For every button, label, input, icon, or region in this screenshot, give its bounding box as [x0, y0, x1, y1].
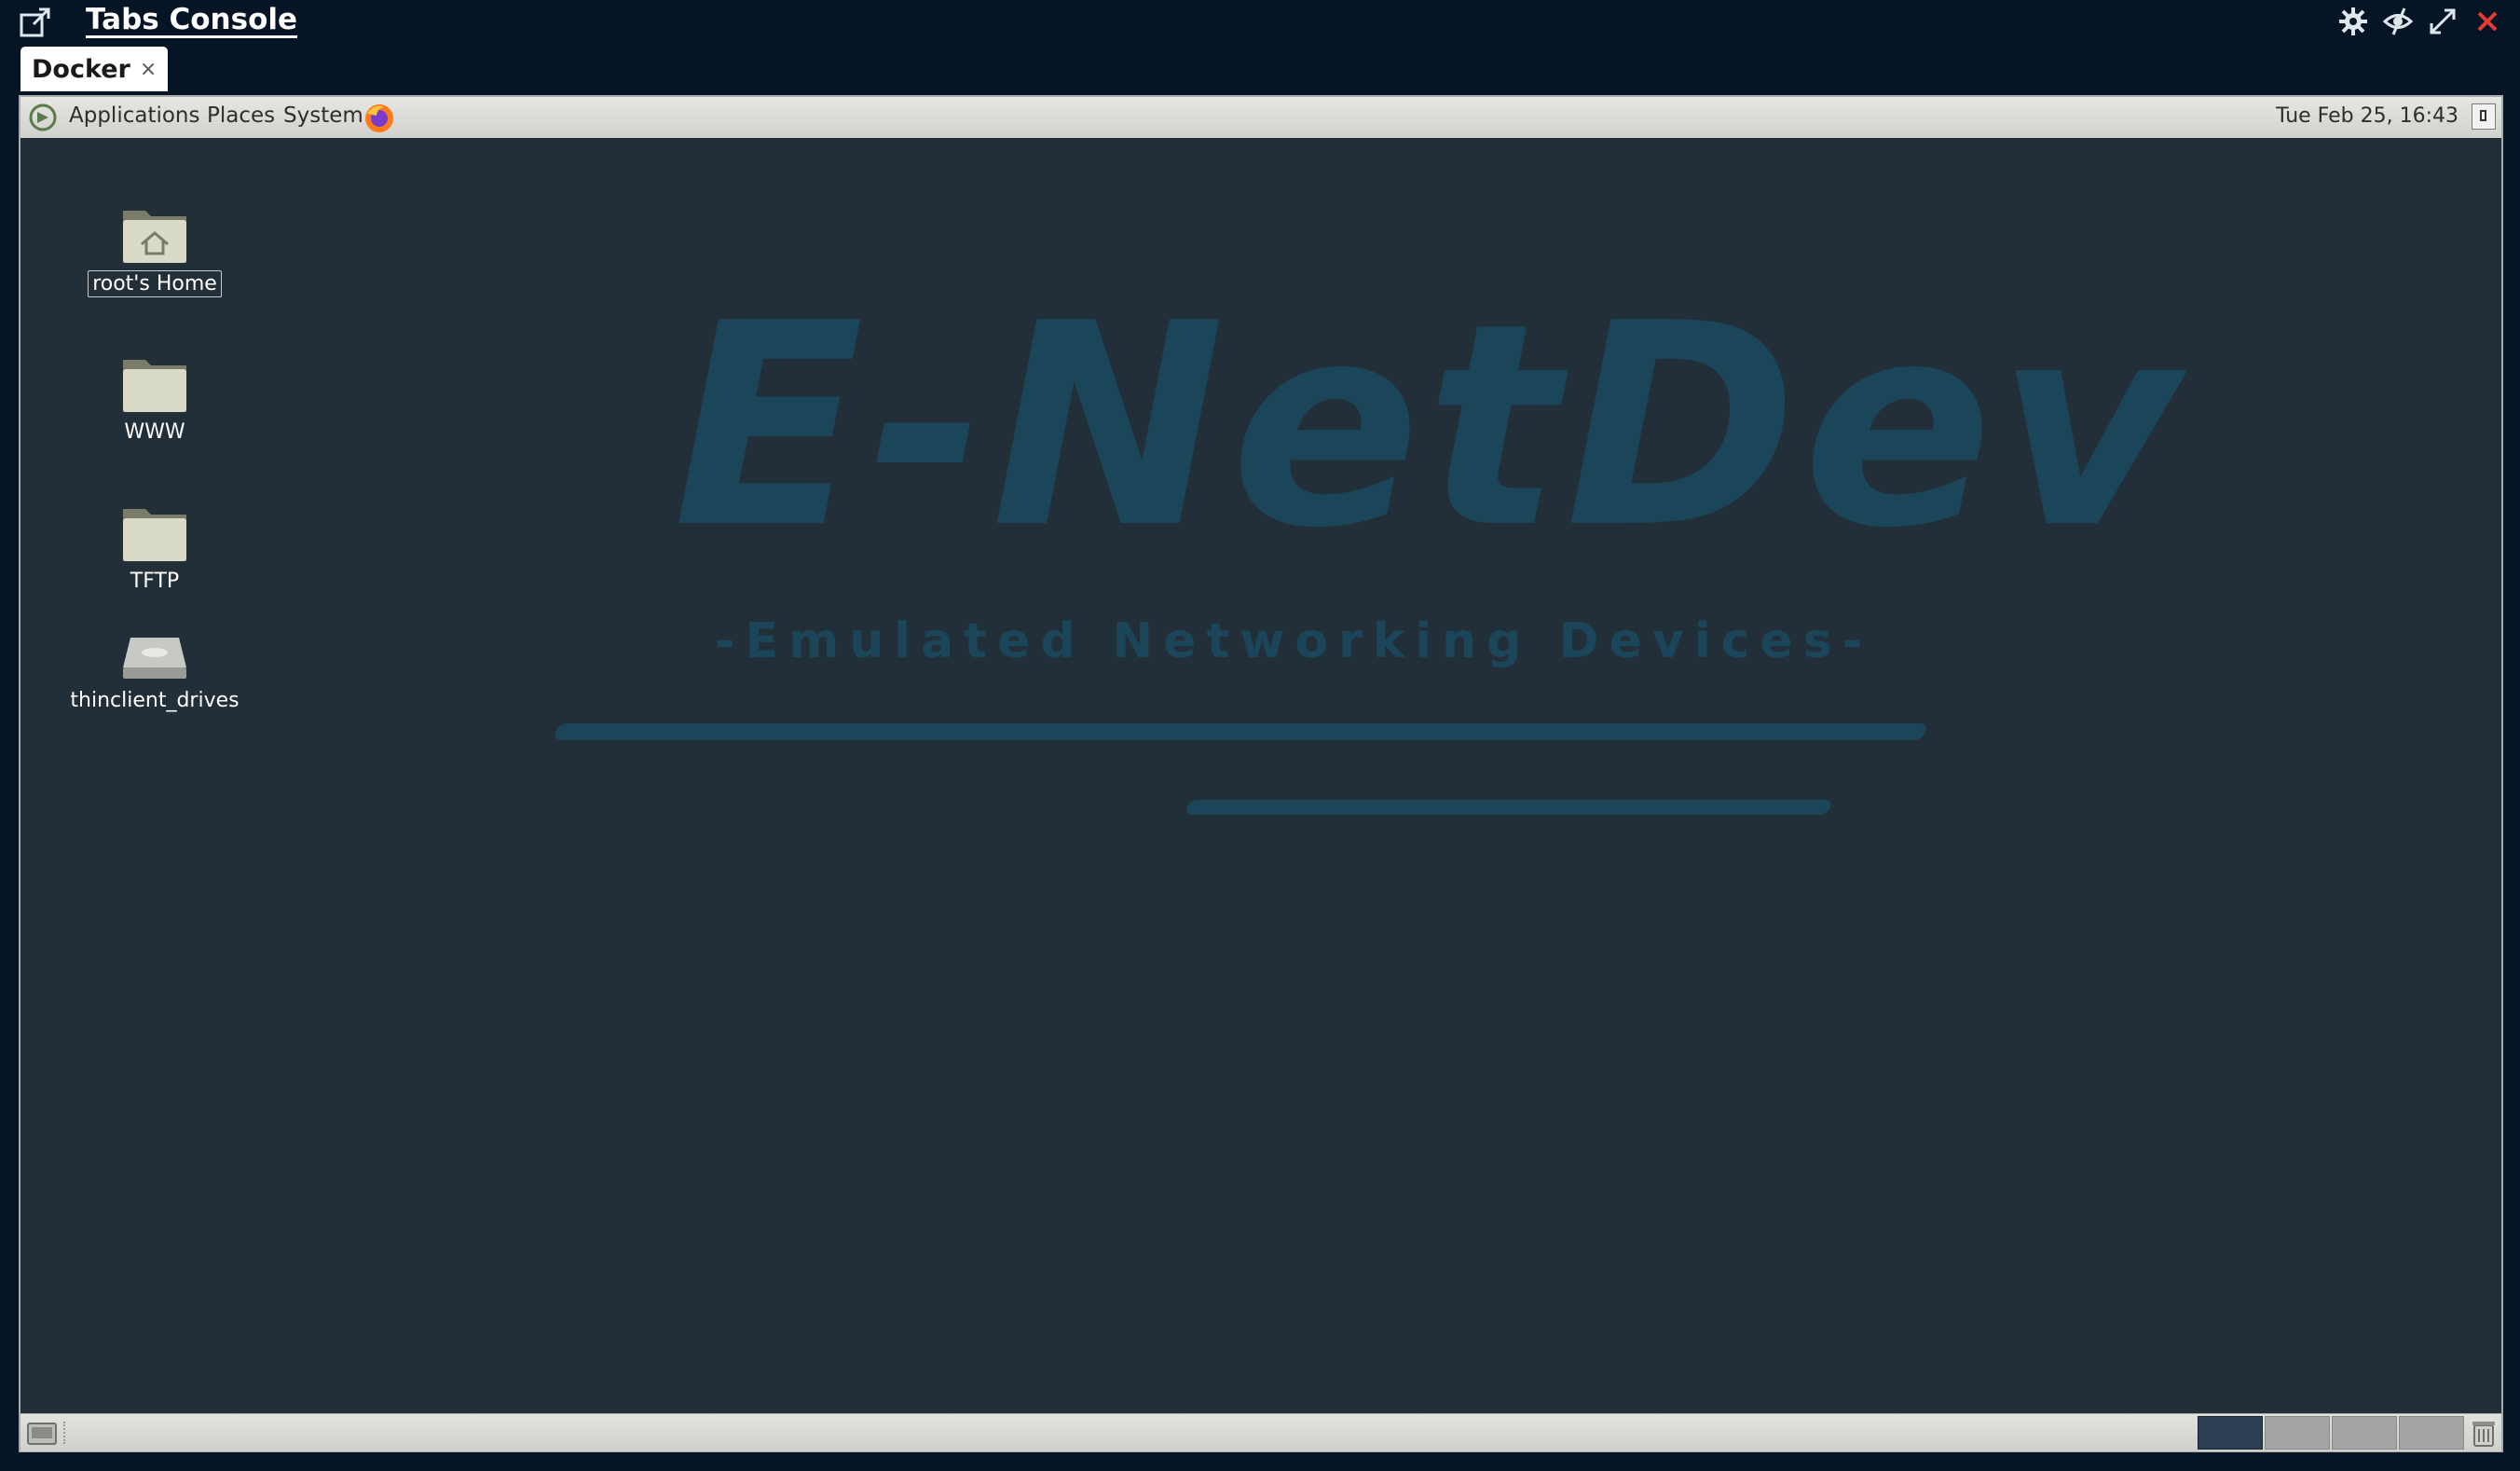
gnome-foot-icon[interactable] — [28, 103, 58, 132]
drive-icon — [123, 638, 186, 679]
workspace-3[interactable] — [2332, 1416, 2397, 1450]
home-folder-icon — [123, 211, 186, 263]
desktop-icon-label: TFTP — [130, 570, 180, 593]
wallpaper-subtitle: -Emulated Networking Devices- — [715, 613, 1873, 669]
popout-icon[interactable] — [19, 6, 52, 39]
workspace-1[interactable] — [2198, 1416, 2263, 1450]
bottom-panel — [21, 1413, 2501, 1451]
fullscreen-icon[interactable] — [2427, 6, 2458, 37]
workspace-2[interactable] — [2265, 1416, 2330, 1450]
menu-system[interactable]: System — [283, 103, 363, 128]
tab-strip: Docker × — [19, 45, 2503, 95]
workspace-4[interactable] — [2399, 1416, 2464, 1450]
desktop-icon-www[interactable]: WWW — [62, 351, 248, 445]
wallpaper-title: E-NetDev — [673, 264, 2186, 589]
panel-button[interactable] — [2472, 103, 2496, 130]
show-desktop-icon[interactable] — [26, 1420, 58, 1446]
wallpaper-brush-stroke — [552, 723, 1929, 740]
desktop: E-NetDev -Emulated Networking Devices- r… — [21, 138, 2501, 1413]
eye-hide-icon[interactable] — [2382, 6, 2414, 37]
menu-places[interactable]: Places — [207, 103, 275, 128]
close-icon[interactable] — [2472, 6, 2503, 37]
firefox-icon[interactable] — [363, 103, 395, 134]
folder-icon — [123, 509, 186, 561]
desktop-icon-label: WWW — [124, 420, 185, 444]
settings-gear-icon[interactable] — [2337, 6, 2369, 37]
desktop-icon-label: root's Home — [88, 270, 222, 297]
tab-label: Docker — [32, 54, 130, 84]
panel-handle[interactable] — [63, 1422, 71, 1444]
top-panel: Applications Places System Tue Feb 25, 1… — [21, 97, 2501, 139]
desktop-icon-home[interactable]: root's Home — [62, 201, 248, 297]
wallpaper-brush-stroke — [1185, 800, 1833, 815]
desktop-icon-tftp[interactable]: TFTP — [62, 500, 248, 594]
clock[interactable]: Tue Feb 25, 16:43 — [2276, 104, 2458, 128]
folder-icon — [123, 360, 186, 412]
trash-icon[interactable] — [2470, 1418, 2498, 1448]
desktop-icon-label: thinclient_drives — [70, 689, 240, 712]
window-titlebar: Tabs Console — [0, 0, 2520, 43]
window-title: Tabs Console — [86, 3, 298, 38]
desktop-icon-thinclient-drives[interactable]: thinclient_drives — [62, 632, 248, 713]
menu-applications[interactable]: Applications — [69, 103, 200, 128]
tab-close-icon[interactable]: × — [140, 58, 157, 81]
tab-docker[interactable]: Docker × — [21, 47, 169, 91]
